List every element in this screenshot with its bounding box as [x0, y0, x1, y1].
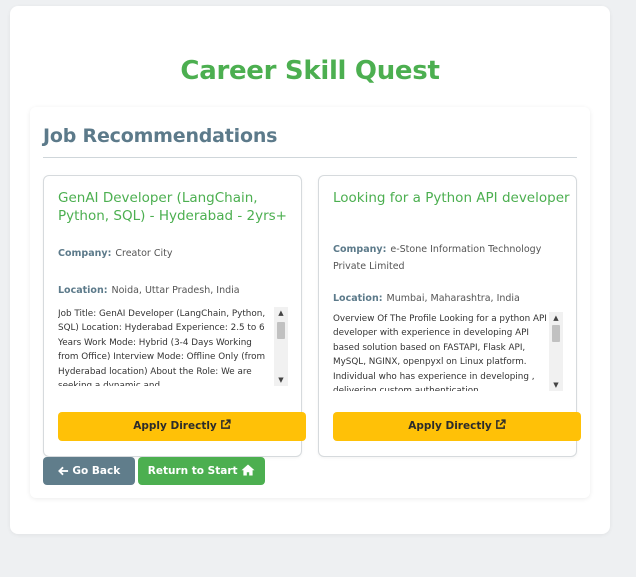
scrollbar-thumb[interactable]	[552, 325, 560, 342]
job-recommendations-panel: Job Recommendations GenAI Developer (Lan…	[30, 107, 590, 498]
job-description: Overview Of The Profile Looking for a py…	[333, 314, 547, 391]
return-to-start-button[interactable]: Return to Start	[138, 457, 265, 485]
company-value: Creator City	[115, 248, 173, 259]
apply-button-label: Apply Directly	[133, 420, 217, 432]
apply-button-label: Apply Directly	[408, 420, 492, 432]
section-divider	[43, 157, 577, 158]
scroll-up-icon[interactable]: ▲	[549, 312, 563, 324]
company-label: Company:	[58, 248, 112, 259]
job-card: Looking for a Python API developer Compa…	[318, 175, 581, 457]
location-value: Noida, Uttar Pradesh, India	[111, 285, 240, 296]
home-icon	[241, 464, 255, 477]
description-scrollbar[interactable]: ▲ ▼	[549, 312, 563, 391]
scroll-down-icon[interactable]: ▼	[549, 379, 563, 391]
job-location: Location: Noida, Uttar Pradesh, India	[58, 282, 290, 299]
job-card: GenAI Developer (LangChain, Python, SQL)…	[43, 175, 306, 457]
scroll-up-icon[interactable]: ▲	[274, 307, 288, 319]
job-company: Company: Creator City	[58, 245, 290, 262]
job-title: GenAI Developer (LangChain, Python, SQL)…	[58, 190, 287, 224]
company-label: Company:	[333, 244, 387, 255]
go-back-button[interactable]: Go Back	[43, 457, 135, 485]
arrow-left-icon	[57, 465, 73, 477]
location-label: Location:	[333, 293, 383, 304]
location-label: Location:	[58, 285, 108, 296]
page-title: Career Skill Quest	[180, 56, 440, 86]
job-location: Location: Mumbai, Maharashtra, India	[333, 290, 565, 307]
section-title: Job Recommendations	[43, 125, 278, 147]
job-company: Company: e-Stone Information Technology P…	[333, 241, 565, 275]
external-link-icon	[220, 413, 231, 442]
main-container: Career Skill Quest Job Recommendations G…	[10, 6, 610, 534]
scroll-down-icon[interactable]: ▼	[274, 374, 288, 386]
job-description-box[interactable]: Overview Of The Profile Looking for a py…	[333, 312, 563, 391]
apply-directly-button[interactable]: Apply Directly	[58, 412, 306, 441]
location-value: Mumbai, Maharashtra, India	[386, 293, 520, 304]
go-back-label: Go Back	[72, 465, 121, 477]
apply-directly-button[interactable]: Apply Directly	[333, 412, 581, 441]
return-to-start-label: Return to Start	[147, 465, 238, 477]
job-description: Job Title: GenAI Developer (LangChain, P…	[58, 309, 266, 386]
description-scrollbar[interactable]: ▲ ▼	[274, 307, 288, 386]
job-description-box[interactable]: Job Title: GenAI Developer (LangChain, P…	[58, 307, 288, 386]
job-title: Looking for a Python API developer	[333, 190, 570, 206]
external-link-icon	[495, 413, 506, 442]
scrollbar-thumb[interactable]	[277, 322, 285, 339]
